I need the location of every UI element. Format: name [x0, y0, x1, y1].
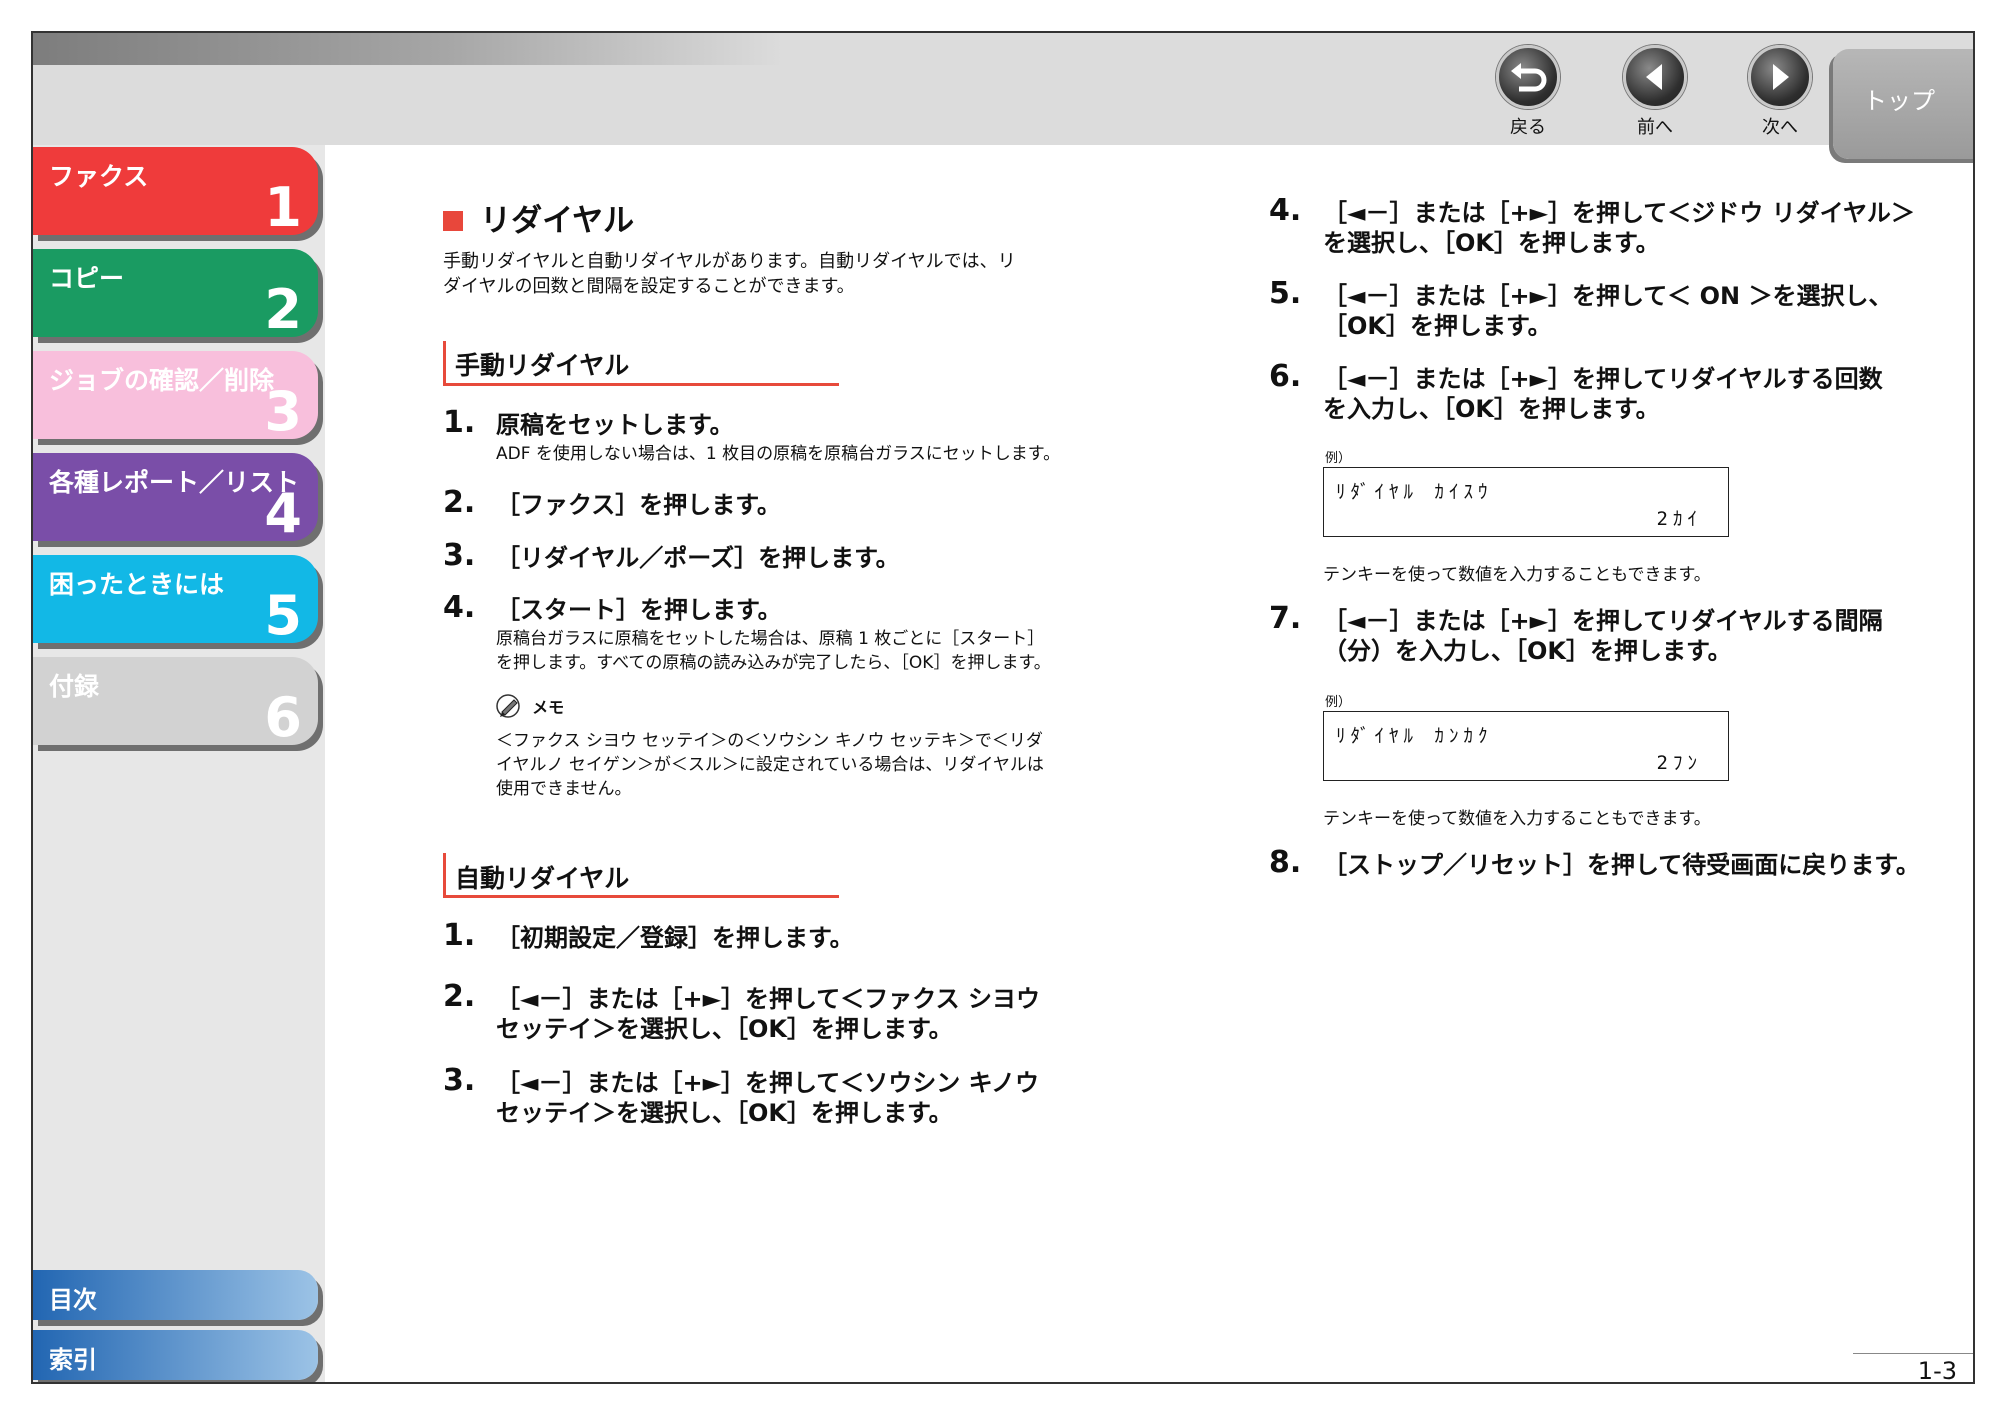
heading-underline [443, 383, 839, 386]
manual-step-2-text: ［ファクス］を押します。 [496, 491, 781, 519]
heading-bar [443, 341, 446, 383]
auto-step-6-line-2: を入力し、［OK］を押します。 [1323, 395, 1660, 423]
top-button[interactable]: トップ [1833, 49, 1973, 159]
example-2-label: 例） [1325, 695, 1352, 710]
sidebar-tab-label: 付録 [49, 672, 100, 701]
manual-step-4-note-1: 原稿台ガラスに原稿をセットした場合は、原稿 1 枚ごとに［スタート］ [496, 629, 1045, 649]
auto-step-6-line-1: ［◄－］または［+►］を押してリダイヤルする回数 [1323, 365, 1883, 393]
lcd-display-retry-count: ﾘﾀﾞｲﾔﾙ ｶｲｽｳ 2ｶｲ [1323, 467, 1729, 537]
sidebar-tab-label: 各種レポート／リスト [49, 468, 300, 497]
sidebar-tab-reports[interactable]: 各種レポート／リスト 4 [33, 453, 318, 545]
lcd-line-1: ﾘﾀﾞｲﾔﾙ ｶｲｽｳ [1336, 481, 1493, 503]
heading-bar [443, 853, 446, 895]
auto-step-1-line-1: ［初期設定／登録］を押します。 [496, 924, 854, 952]
auto-step-4-line-1: ［◄－］または［+►］を押して＜ジドウ リダイヤル＞ [1323, 199, 1915, 227]
page-frame: 戻る 前へ 次へ トップ ファクス 1 コピー 2 ジョブの確認／削除 3 各種… [31, 31, 1975, 1384]
header-gradient [33, 33, 783, 65]
auto-step-5-number: 5. [1269, 276, 1302, 311]
contents-label: 目次 [49, 1286, 97, 1314]
manual-step-4-number: 4. [443, 590, 476, 625]
page-title: リダイヤル [480, 203, 635, 239]
lcd-line-2: 2ｶｲ [1656, 508, 1702, 530]
auto-step-2-line-2: セッテイ＞を選択し、［OK］を押します。 [496, 1015, 953, 1043]
page-number: 1-3 [1917, 1357, 1957, 1384]
manual-step-1-note: ADF を使用しない場合は、1 枚目の原稿を原稿台ガラスにセットします。 [496, 444, 1061, 464]
auto-step-3-number: 3. [443, 1063, 476, 1098]
back-button[interactable]: 戻る [1483, 45, 1573, 139]
back-label: 戻る [1510, 117, 1546, 138]
manual-step-4-note-2: を押します。すべての原稿の読み込みが完了したら、［OK］を押します。 [496, 653, 1051, 673]
sidebar-tab-copy[interactable]: コピー 2 [33, 249, 318, 341]
auto-step-4-number: 4. [1269, 193, 1302, 228]
top-label: トップ [1863, 87, 1935, 115]
lcd-line-1: ﾘﾀﾞｲﾔﾙ ｶﾝｶｸ [1336, 725, 1493, 747]
sidebar-tab-number: 2 [264, 278, 302, 341]
auto-step-4-line-2: を選択し、［OK］を押します。 [1323, 229, 1660, 257]
auto-step-1-number: 1. [443, 918, 476, 953]
heading-underline [443, 895, 839, 898]
manual-step-2-number: 2. [443, 485, 476, 520]
sidebar-tab-fax[interactable]: ファクス 1 [33, 147, 318, 239]
auto-step-7-line-1: ［◄－］または［+►］を押してリダイヤルする間隔 [1323, 607, 1883, 635]
manual-step-1-text: 原稿をセットします。 [496, 411, 734, 439]
prev-label: 前へ [1637, 117, 1673, 138]
page-number-rule [1853, 1353, 1973, 1354]
auto-step-6-number: 6. [1269, 359, 1302, 394]
sidebar-tab-troubleshooting[interactable]: 困ったときには 5 [33, 555, 318, 647]
manual-heading: 手動リダイヤル [455, 351, 630, 380]
auto-step-7-number: 7. [1269, 601, 1302, 636]
auto-step-2-number: 2. [443, 979, 476, 1014]
back-arrow-icon [1496, 45, 1560, 109]
manual-step-1-number: 1. [443, 405, 476, 440]
intro-line-2: ダイヤルの回数と間隔を設定することができます。 [443, 276, 855, 297]
index-button[interactable]: 索引 [33, 1330, 318, 1380]
manual-step-3-text: ［リダイヤル／ポーズ］を押します。 [496, 544, 900, 572]
sidebar-tab-number: 4 [264, 482, 302, 545]
header-bar: 戻る 前へ 次へ [33, 33, 1973, 145]
sidebar-tab-number: 3 [264, 380, 302, 443]
auto-step-3-line-1: ［◄－］または［+►］を押して＜ソウシン キノウ [496, 1069, 1039, 1097]
auto-heading: 自動リダイヤル [455, 864, 630, 893]
sidebar-tab-number: 1 [264, 176, 302, 239]
triangle-left-icon [1623, 45, 1687, 109]
memo-label: メモ [532, 698, 565, 717]
auto-step-7-line-2: （分）を入力し、［OK］を押します。 [1323, 637, 1732, 665]
example-1-label: 例） [1325, 451, 1352, 466]
manual-step-4-text: ［スタート］を押します。 [496, 596, 782, 624]
triangle-right-icon [1748, 45, 1812, 109]
manual-step-3-number: 3. [443, 538, 476, 573]
sidebar-tab-label: ファクス [49, 162, 149, 191]
page-title-row: リダイヤル [443, 195, 634, 240]
sidebar-tab-number: 6 [264, 686, 302, 749]
auto-step-3-line-2: セッテイ＞を選択し、［OK］を押します。 [496, 1099, 953, 1127]
auto-step-5-line-1: ［◄－］または［+►］を押して＜ ON ＞を選択し、 [1323, 282, 1893, 310]
example-1-note: テンキーを使って数値を入力することもできます。 [1323, 565, 1711, 585]
next-label: 次へ [1762, 117, 1798, 138]
auto-step-2-line-1: ［◄－］または［+►］を押して＜ファクス シヨウ [496, 985, 1040, 1013]
sidebar-tab-appendix[interactable]: 付録 6 [33, 657, 318, 749]
sidebar-tab-label: コピー [49, 264, 125, 293]
memo-line-2: イヤルノ セイゲン＞が＜スル＞に設定されている場合は、リダイヤルは [496, 755, 1044, 775]
example-2-note: テンキーを使って数値を入力することもできます。 [1323, 809, 1711, 829]
memo-heading: メモ [495, 693, 564, 719]
sidebar-tab-label: ジョブの確認／削除 [49, 366, 275, 395]
contents-button[interactable]: 目次 [33, 1270, 318, 1320]
pencil-memo-icon [496, 694, 520, 718]
red-square-icon [443, 211, 463, 231]
index-label: 索引 [49, 1346, 97, 1374]
sidebar-tab-label: 困ったときには [49, 570, 225, 599]
auto-step-8-line-1: ［ストップ／リセット］を押して待受画面に戻ります。 [1323, 851, 1920, 879]
memo-line-1: ＜ファクス シヨウ セッテイ＞の＜ソウシン キノウ セッテキ＞で＜リダ [496, 731, 1043, 751]
sidebar-tab-job-status[interactable]: ジョブの確認／削除 3 [33, 351, 318, 443]
auto-step-5-line-2: ［OK］を押します。 [1323, 312, 1552, 340]
intro-line-1: 手動リダイヤルと自動リダイヤルがあります。自動リダイヤルでは、リ [443, 251, 1016, 272]
next-button[interactable]: 次へ [1735, 45, 1825, 139]
lcd-display-retry-interval: ﾘﾀﾞｲﾔﾙ ｶﾝｶｸ 2ﾌﾝ [1323, 711, 1729, 781]
sidebar-tab-number: 5 [264, 584, 302, 647]
prev-button[interactable]: 前へ [1610, 45, 1700, 139]
memo-line-3: 使用できません。 [496, 779, 632, 799]
lcd-line-2: 2ﾌﾝ [1656, 752, 1702, 774]
auto-step-8-number: 8. [1269, 845, 1302, 880]
